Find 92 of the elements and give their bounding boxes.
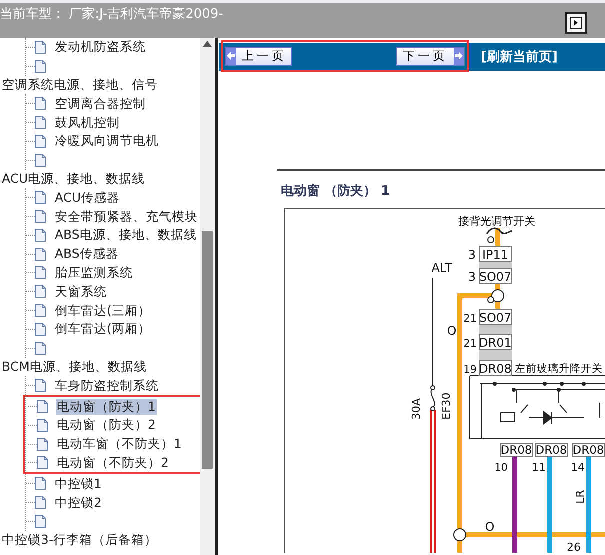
- diagram-label: 3: [468, 248, 476, 262]
- tree-item[interactable]: 冷暖风向调节电机: [54, 133, 160, 150]
- diagram-label: 3: [468, 270, 476, 284]
- diagram-label: 26: [567, 541, 581, 553]
- diagram-label: 21: [464, 338, 477, 350]
- connector-box: DR01: [479, 334, 512, 350]
- tree-item[interactable]: 电动窗（不防夹）2: [56, 454, 170, 471]
- tree-item[interactable]: 空调离合器控制: [54, 96, 147, 112]
- tree-item[interactable]: 倒车雷达(两厢）: [54, 321, 152, 338]
- diagram-label: 11: [532, 461, 546, 474]
- document-icon: [35, 285, 46, 298]
- document-icon: [35, 134, 46, 148]
- diagram-label: 接背光调节开关: [458, 215, 536, 228]
- tree-item[interactable]: 电动窗（防夹）2: [56, 417, 157, 434]
- document-icon: [37, 438, 48, 451]
- document-icon: [37, 456, 48, 470]
- right-arrow-icon: [455, 52, 463, 60]
- scrollbar-thumb[interactable]: [202, 231, 213, 469]
- document-icon: [35, 228, 46, 242]
- document-icon: [35, 191, 46, 204]
- diagram-label: 左前玻璃升降开关: [515, 363, 603, 375]
- diagram-title: 电动窗 （防夹） 1: [281, 182, 390, 200]
- tree-item[interactable]: ACU传感器: [54, 190, 122, 206]
- connector-box: DR08: [535, 443, 568, 457]
- diagram-label: O: [447, 324, 457, 338]
- document-icon[interactable]: [35, 342, 46, 355]
- tree-item[interactable]: 中控锁2: [54, 494, 103, 511]
- document-icon: [37, 418, 48, 432]
- arrow-right-icon: [570, 17, 582, 29]
- diagram-label: 10: [494, 462, 508, 474]
- connector-link: [479, 262, 512, 268]
- diagram-label: 21: [464, 313, 477, 325]
- document-icon: [35, 322, 46, 336]
- document-icon: [35, 97, 46, 110]
- document-icon[interactable]: [35, 514, 46, 528]
- document-icon: [35, 304, 46, 318]
- tree-item[interactable]: 中控锁1: [54, 476, 103, 492]
- wire-end-icon: [486, 228, 512, 234]
- left-arrow-icon: [227, 52, 235, 60]
- next-page-button[interactable]: 下一页: [396, 46, 465, 66]
- tree-group[interactable]: 空调系统电源、接地、信号: [0, 76, 158, 94]
- vehicle-model-title: 当前车型： 厂家:J-吉利汽车帝豪2009-: [0, 7, 224, 23]
- document-icon: [35, 40, 46, 54]
- tree-group[interactable]: BCM电源、接地、数据线: [0, 358, 147, 376]
- terminal-icon: [488, 296, 494, 304]
- document-icon: [35, 266, 46, 280]
- tree-item[interactable]: 倒车雷达(三厢）: [54, 302, 152, 319]
- document-icon: [35, 477, 46, 490]
- document-icon: [35, 379, 46, 392]
- tree-item[interactable]: 车身防盗控制系统: [54, 378, 160, 394]
- diagram-label: LR: [574, 490, 587, 504]
- document-icon[interactable]: [35, 154, 46, 167]
- connector-link: [479, 325, 512, 334]
- diagram-label: ALT: [432, 261, 452, 275]
- tree-item[interactable]: ABS电源、接地、数据线: [54, 227, 198, 244]
- diagram-label: 30A: [410, 398, 423, 420]
- terminal-icon: [488, 236, 494, 244]
- tree-item[interactable]: ABS传感器: [54, 246, 120, 262]
- diagram-label: 14: [571, 461, 585, 474]
- document-icon: [35, 210, 46, 224]
- connector-box: IP11: [479, 246, 512, 262]
- tree-item[interactable]: 电动窗（防夹）1: [56, 398, 157, 415]
- document-icon: [35, 116, 46, 130]
- connector-box: SO07: [479, 268, 512, 284]
- document-icon: [35, 496, 46, 510]
- tree-item[interactable]: 发动机防盗系统: [54, 39, 147, 56]
- tree-item[interactable]: 电动车窗（不防夹）1: [56, 436, 183, 452]
- splice-icon: [454, 528, 466, 542]
- document-icon[interactable]: [35, 60, 46, 73]
- previous-page-button[interactable]: 上一页: [225, 46, 292, 66]
- connector-box: SO07: [479, 309, 512, 325]
- toggle-button[interactable]: [565, 12, 587, 34]
- diagram-label: O: [485, 520, 495, 534]
- connector-box: DR08: [572, 443, 605, 457]
- tree-item[interactable]: 胎压监测系统: [54, 264, 134, 281]
- tree-group[interactable]: ACU电源、接地、数据线: [0, 170, 146, 188]
- diagram-label: 19: [464, 364, 477, 376]
- connector-box: DR08: [479, 360, 512, 376]
- refresh-page-link[interactable]: [刷新当前页]: [481, 48, 558, 66]
- diagram-label: EF30: [440, 392, 453, 420]
- document-icon: [37, 400, 48, 414]
- connector-link: [479, 350, 512, 360]
- document-icon: [35, 248, 46, 261]
- tree-item[interactable]: 天窗系统: [54, 284, 108, 300]
- tree-item[interactable]: 安全带预紧器、充气模块: [54, 208, 199, 225]
- up-arrow-icon[interactable]: [203, 41, 212, 47]
- splice-icon: [492, 290, 504, 302]
- scrollbar[interactable]: [200, 38, 215, 555]
- connector-box: DR08: [500, 443, 533, 457]
- tree-item[interactable]: 鼓风机控制: [54, 114, 121, 131]
- fuse-drawing: [430, 386, 436, 412]
- tree-group[interactable]: 中控锁3-行李箱（后备箱）: [0, 530, 158, 550]
